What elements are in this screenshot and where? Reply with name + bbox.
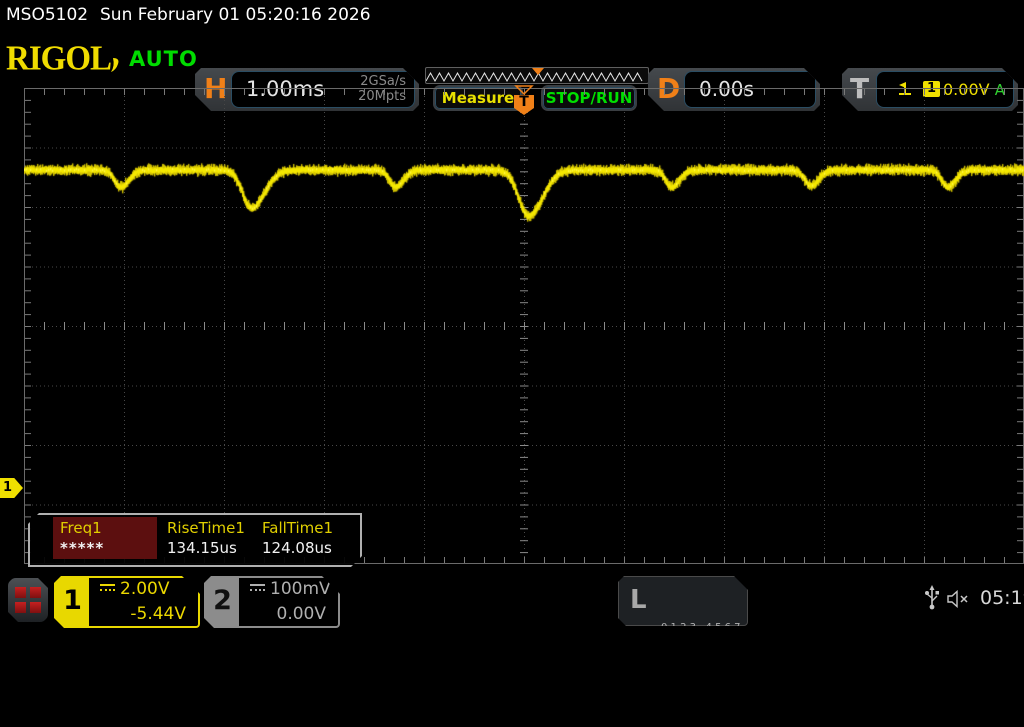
trigger-marker-letter: T	[519, 94, 529, 110]
channel2-values: 100mV 0.00V	[242, 578, 338, 626]
dc-coupling-icon	[100, 584, 115, 595]
logic-row2: 8 9 10 11 12 13 14 15	[661, 676, 773, 687]
measurement-value: *****	[60, 539, 105, 557]
measurement-value: 124.08us	[262, 539, 332, 557]
logic-row1: 0 1 2 3 4 5 6 7	[661, 622, 741, 633]
speaker-muted-icon[interactable]	[946, 590, 972, 608]
measurement-value: 134.15us	[167, 539, 237, 557]
datetime-label: Sun February 01 05:20:16 2026	[100, 5, 371, 25]
channel1-tab[interactable]: 1	[56, 578, 89, 626]
acquisition-mode-label: AUTO	[129, 47, 198, 71]
ch1-marker-number: 1	[3, 480, 13, 495]
clock-label: 05:19	[980, 587, 1024, 609]
rigol-logo-tail	[111, 58, 119, 72]
sample-rate-value: 2GSa/s	[360, 74, 406, 89]
main-menu-button[interactable]	[8, 578, 48, 622]
rigol-logo: RIGOL	[6, 40, 112, 78]
measurement-name: FallTime1	[262, 519, 334, 537]
measurement-name: Freq1	[60, 519, 102, 537]
logic-channels-widget[interactable]: L 0 1 2 3 4 5 6 7 8 9 10 11 12 13 14 15	[618, 576, 748, 626]
top-status-bar: MSO5102 Sun February 01 05:20:16 2026	[0, 0, 1024, 30]
ch1-ground-marker[interactable]: 1	[0, 478, 23, 498]
logic-label: L	[630, 585, 647, 615]
channel1-widget[interactable]: 1 2.00V -5.44V	[54, 576, 200, 628]
header-bar: RIGOL AUTO H 1.00ms 2GSa/s 20Mpts Measur…	[0, 30, 1024, 111]
measurement-panel[interactable]: Freq1 ***** RiseTime1 134.15us FallTime1…	[28, 513, 362, 567]
measurement-name: RiseTime1	[167, 519, 245, 537]
channel1-values: 2.00V -5.44V	[92, 578, 198, 626]
channel2-scale: 100mV	[270, 579, 331, 599]
overview-trigger-position-icon[interactable]	[532, 68, 544, 75]
channel1-offset: -5.44V	[130, 604, 186, 624]
dc-coupling-icon	[250, 584, 265, 595]
graticule	[24, 88, 1024, 564]
channel2-tab[interactable]: 2	[206, 578, 239, 626]
channel2-offset: 0.00V	[276, 604, 326, 624]
channel1-scale: 2.00V	[120, 579, 170, 599]
trigger-position-marker[interactable]: T	[513, 85, 535, 119]
usb-icon	[925, 585, 939, 610]
logic-channel-numbers: 0 1 2 3 4 5 6 7 8 9 10 11 12 13 14 15	[661, 583, 772, 727]
model-label: MSO5102	[6, 5, 89, 25]
menu-grid-icon	[15, 587, 41, 613]
waveform-display-area: T	[24, 85, 1024, 564]
channel2-widget[interactable]: 2 100mV 0.00V	[204, 576, 340, 628]
